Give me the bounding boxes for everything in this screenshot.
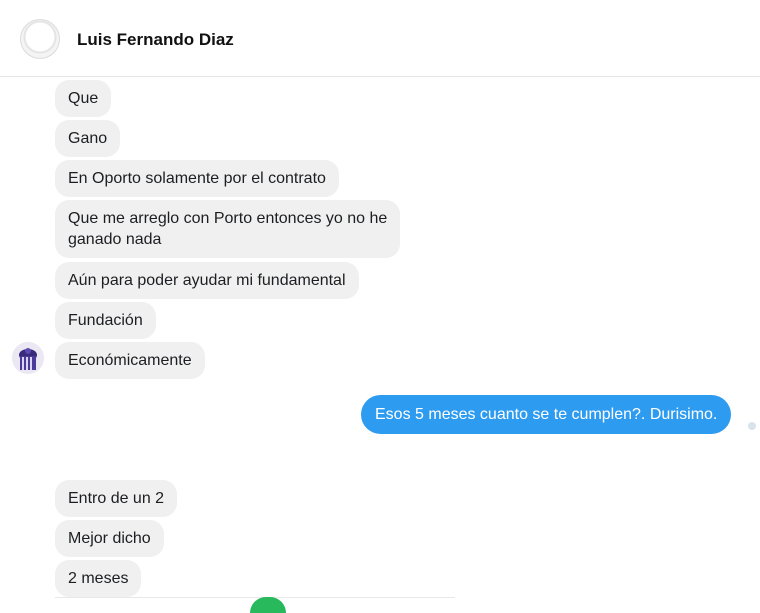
incoming-message: 2 meses	[55, 560, 142, 597]
message-separator	[55, 597, 455, 598]
outgoing-message: Esos 5 meses cuanto se te cumplen?. Duri…	[361, 395, 732, 434]
header-divider	[0, 76, 760, 77]
profile-avatar[interactable]	[20, 19, 60, 59]
online-indicator-icon	[250, 597, 286, 613]
incoming-message: Económicamente	[55, 342, 205, 379]
incoming-message: Gano	[55, 120, 121, 157]
incoming-message: Entro de un 2	[55, 480, 178, 517]
conversation-header: Luis Fernando Diaz	[0, 0, 760, 76]
incoming-message: Que	[55, 80, 112, 117]
incoming-message: Mejor dicho	[55, 520, 164, 557]
seen-indicator-icon	[748, 422, 756, 430]
contact-name[interactable]: Luis Fernando Diaz	[77, 30, 234, 50]
team-crest-icon[interactable]	[12, 342, 44, 374]
incoming-message: Aún para poder ayudar mi fundamental	[55, 262, 359, 299]
incoming-message: Fundación	[55, 302, 156, 339]
incoming-message: Que me arreglo con Porto entonces yo no …	[55, 200, 401, 258]
incoming-message: En Oporto solamente por el contrato	[55, 160, 339, 197]
